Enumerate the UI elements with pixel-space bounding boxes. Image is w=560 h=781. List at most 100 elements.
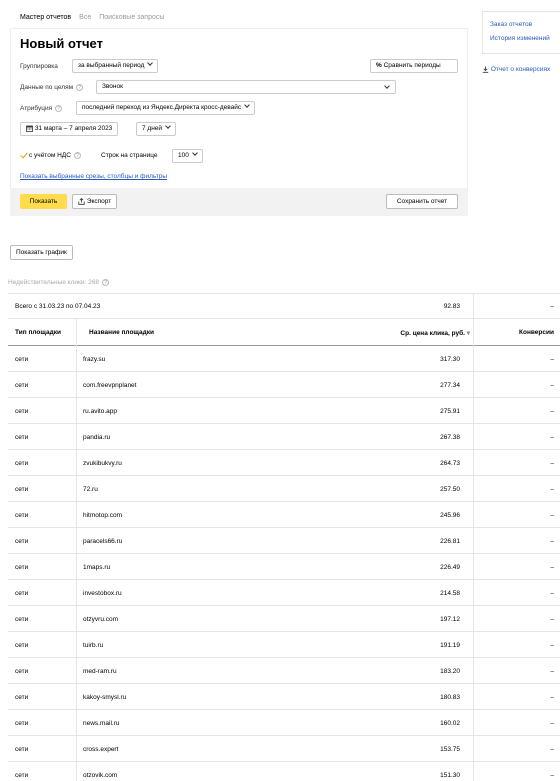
- cell-platform-name[interactable]: hitmotop.com: [83, 512, 122, 519]
- cell-platform-name[interactable]: zvukibukvy.ru: [83, 460, 122, 467]
- cell-platform-name[interactable]: tuirb.ru: [83, 642, 103, 649]
- help-icon[interactable]: ?: [55, 105, 63, 112]
- total-label: Всего с 31.03.23 по 07.04.23: [15, 303, 101, 310]
- save-report-button[interactable]: Сохранить отчет: [386, 194, 458, 209]
- report-tabs: Мастер отчетов Все Поисковые запросы: [20, 14, 164, 21]
- sidebar-links-box: [482, 11, 560, 54]
- cell-platform-name[interactable]: cross.expert: [83, 746, 118, 753]
- attribution-select[interactable]: последний переход из Яндекс.Директа крос…: [76, 101, 256, 115]
- cell-platform-name[interactable]: otzovik.com: [83, 772, 117, 779]
- cell-platform-type: сети: [15, 772, 29, 779]
- vat-checkbox[interactable]: с учётом НДС?: [20, 152, 81, 159]
- cell-conversions: –: [550, 486, 554, 493]
- total-conversions: –: [550, 303, 554, 310]
- col-header-conversions[interactable]: Конверсии: [519, 329, 554, 336]
- export-button[interactable]: Экспорт: [72, 194, 118, 209]
- table-row: сети frazy.su 317.30 –: [8, 346, 560, 372]
- cell-avg-cpc: 226.81: [440, 538, 460, 545]
- conversions-report-link[interactable]: Отчет о конверсиях: [482, 66, 550, 73]
- cell-platform-type: сети: [15, 720, 29, 727]
- cell-platform-type: сети: [15, 460, 29, 467]
- change-history-link[interactable]: История изменений: [490, 35, 550, 42]
- cell-platform-name[interactable]: otzyvru.com: [83, 616, 118, 623]
- help-icon[interactable]: ?: [76, 84, 84, 91]
- cell-platform-name[interactable]: com.freevpnplanet: [83, 382, 136, 389]
- cell-conversions: –: [550, 694, 554, 701]
- calendar-icon: [26, 125, 35, 132]
- cell-avg-cpc: 275.91: [440, 408, 460, 415]
- show-filters-link[interactable]: Показать выбранные срезы, столбцы и филь…: [20, 173, 167, 180]
- cell-platform-name[interactable]: news.mail.ru: [83, 720, 119, 727]
- cell-avg-cpc: 245.96: [440, 512, 460, 519]
- cell-platform-name[interactable]: ru.avito.app: [83, 408, 117, 415]
- rows-per-page-select[interactable]: 100: [172, 149, 203, 163]
- cell-conversions: –: [550, 356, 554, 363]
- cell-platform-name[interactable]: frazy.su: [83, 356, 105, 363]
- cell-conversions: –: [550, 538, 554, 545]
- grouping-select[interactable]: за выбранный период: [72, 59, 159, 73]
- download-icon: [482, 66, 491, 73]
- show-report-button[interactable]: Показать: [20, 194, 67, 209]
- checkmark-icon: [20, 152, 27, 159]
- cell-platform-name[interactable]: paracels66.ru: [83, 538, 122, 545]
- cell-platform-type: сети: [15, 512, 29, 519]
- export-icon: [78, 197, 87, 205]
- cell-avg-cpc: 183.20: [440, 668, 460, 675]
- compare-periods-button[interactable]: % Сравнить периоды: [370, 59, 458, 73]
- cell-platform-name[interactable]: pandia.ru: [83, 434, 110, 441]
- cell-avg-cpc: 191.19: [440, 642, 460, 649]
- goals-label-text: Данные по целям: [20, 84, 74, 92]
- col-header-cpc[interactable]: Ср. цена клика, руб. ▾: [400, 329, 470, 337]
- goals-select[interactable]: Звонок: [96, 80, 396, 94]
- invalid-clicks-note: Недействительные клики: 268?: [8, 279, 109, 286]
- invalid-clicks-text: Недействительные клики: 268: [8, 279, 99, 287]
- cell-conversions: –: [550, 590, 554, 597]
- show-chart-button[interactable]: Показать график: [10, 245, 73, 260]
- cell-platform-name[interactable]: 1maps.ru: [83, 564, 110, 571]
- tab-report-master[interactable]: Мастер отчетов: [20, 14, 71, 21]
- sort-down-icon: ▾: [464, 330, 470, 337]
- cell-platform-type: сети: [15, 590, 29, 597]
- cell-conversions: –: [550, 564, 554, 571]
- help-icon[interactable]: ?: [101, 279, 109, 286]
- attribution-label-text: Атрибуция: [20, 105, 53, 113]
- tab-search-queries[interactable]: Поисковые запросы: [99, 14, 164, 21]
- date-range-value: 31 марта – 7 апреля 2023: [34, 125, 113, 132]
- column-divider: [473, 293, 474, 781]
- period-select[interactable]: 7 дней: [136, 122, 177, 136]
- cell-avg-cpc: 264.73: [440, 460, 460, 467]
- cell-platform-type: сети: [15, 564, 29, 571]
- percent-icon: %: [376, 62, 382, 69]
- table-row: сети investobox.ru 214.58 –: [8, 580, 560, 606]
- grouping-label: Группировка: [20, 63, 58, 70]
- goals-label: Данные по целям?: [20, 84, 84, 92]
- table-row: сети 72.ru 257.50 –: [8, 476, 560, 502]
- cell-platform-name[interactable]: kakoy-smysl.ru: [83, 694, 126, 701]
- cell-avg-cpc: 214.58: [440, 590, 460, 597]
- cell-platform-type: сети: [15, 434, 29, 441]
- cell-platform-type: сети: [15, 486, 29, 493]
- tab-all[interactable]: Все: [79, 14, 91, 21]
- cell-conversions: –: [550, 772, 554, 779]
- date-range-picker[interactable]: 31 марта – 7 апреля 2023: [20, 122, 119, 136]
- table-row: сети com.freevpnplanet 277.34 –: [8, 372, 560, 398]
- cell-avg-cpc: 197.12: [440, 616, 460, 623]
- table-row: сети med-ram.ru 183.20 –: [8, 658, 560, 684]
- cell-platform-name[interactable]: investobox.ru: [83, 590, 122, 597]
- rows-per-page-value: 100: [178, 152, 189, 159]
- column-divider: [76, 319, 77, 781]
- cell-platform-name[interactable]: 72.ru: [83, 486, 98, 493]
- col-header-type[interactable]: Тип площадки: [15, 329, 61, 336]
- cell-platform-type: сети: [15, 746, 29, 753]
- order-reports-link[interactable]: Заказ отчетов: [490, 21, 532, 28]
- attribution-value: последний переход из Яндекс.Директа крос…: [82, 104, 242, 111]
- table-row: сети tuirb.ru 191.19 –: [8, 632, 560, 658]
- compare-periods-label: Сравнить периоды: [383, 62, 441, 69]
- help-icon[interactable]: ?: [73, 152, 81, 159]
- export-label: Экспорт: [86, 198, 112, 205]
- cell-conversions: –: [550, 434, 554, 441]
- col-header-name[interactable]: Название площадки: [89, 329, 154, 336]
- page-title: Новый отчет: [20, 36, 103, 51]
- table-row: сети otzovik.com 151.30 –: [8, 762, 560, 781]
- cell-platform-name[interactable]: med-ram.ru: [83, 668, 117, 675]
